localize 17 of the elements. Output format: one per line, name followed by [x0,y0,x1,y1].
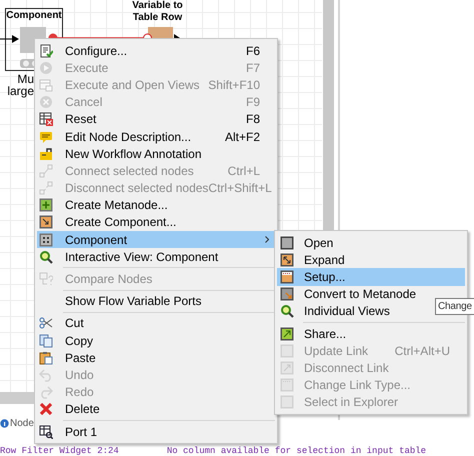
shortcut-text: Ctrl+Alt+U [394,344,450,358]
node-caption: Mu [17,73,34,85]
node-title: Table Row [132,12,184,24]
shortcut-text: Ctrl+Shift+L [208,181,272,196]
shortcut-text: F7 [246,60,260,75]
node-title: Variable to [131,0,184,12]
console-message: No column available for selection in input table [166,446,426,456]
console-message: Row Filter Widget 2:24 [0,446,119,456]
node-caption: large [7,85,34,97]
shortcut-text: Ctrl+L [228,164,260,178]
shortcut-text: F8 [246,112,260,126]
shortcut-text: F6 [246,44,260,58]
shortcut-text: F9 [246,95,260,110]
shortcut-text: Alt+F2 [224,130,260,144]
tooltip: Change [435,298,474,315]
node-title: Component [5,10,63,22]
shortcut-text: Shift+F10 [208,78,260,92]
